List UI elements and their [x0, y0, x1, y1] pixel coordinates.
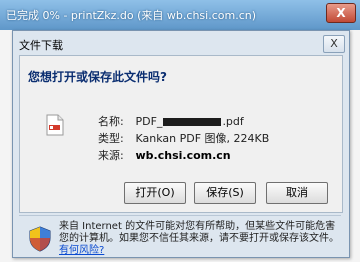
- background-window-titlebar: 已完成 0% - printZkz.do (来自 wb.chsi.com.cn)…: [0, 0, 360, 30]
- file-name-suffix: .pdf: [222, 115, 244, 128]
- dialog-content-panel: 您想打开或保存此文件吗? 名称: PDF_ .pdf 类型: Kankan PDF…: [19, 55, 343, 213]
- open-button[interactable]: 打开(O): [124, 182, 186, 204]
- risk-link[interactable]: 有何风险?: [59, 245, 104, 256]
- background-window-title: 已完成 0% - printZkz.do (来自 wb.chsi.com.cn): [6, 9, 257, 22]
- divider: [19, 215, 341, 216]
- file-type-row: 类型: Kankan PDF 图像, 224KB: [98, 130, 269, 146]
- file-name-row: 名称: PDF_ .pdf: [98, 113, 244, 129]
- file-type-value: Kankan PDF 图像, 224KB: [135, 132, 270, 145]
- dialog-title: 文件下载: [19, 39, 63, 52]
- background-window-close-button[interactable]: X: [326, 3, 356, 23]
- file-download-dialog: 文件下载 X 您想打开或保存此文件吗? 名称: PDF_ .pdf 类型: Kan…: [12, 30, 350, 258]
- security-warning-text: 来自 Internet 的文件可能对您有所帮助，但某些文件可能危害您的计算机。如…: [59, 221, 339, 244]
- file-source-row: 来源: wb.chsi.com.cn: [98, 147, 231, 163]
- file-name-label: 名称:: [98, 115, 124, 128]
- dialog-close-button[interactable]: X: [323, 35, 345, 53]
- file-source-value: wb.chsi.com.cn: [135, 149, 231, 162]
- dialog-question: 您想打开或保存此文件吗?: [28, 70, 167, 84]
- file-name-prefix: PDF_: [135, 115, 163, 128]
- save-button[interactable]: 保存(S): [194, 182, 256, 204]
- shield-icon: [29, 226, 51, 252]
- security-warning: 来自 Internet 的文件可能对您有所帮助，但某些文件可能危害您的计算机。如…: [59, 221, 341, 257]
- file-type-label: 类型:: [98, 132, 124, 145]
- file-source-label: 来源:: [98, 149, 124, 162]
- cancel-button[interactable]: 取消: [266, 182, 328, 204]
- redacted-name-block: [163, 118, 222, 126]
- pdf-file-icon: [46, 114, 64, 136]
